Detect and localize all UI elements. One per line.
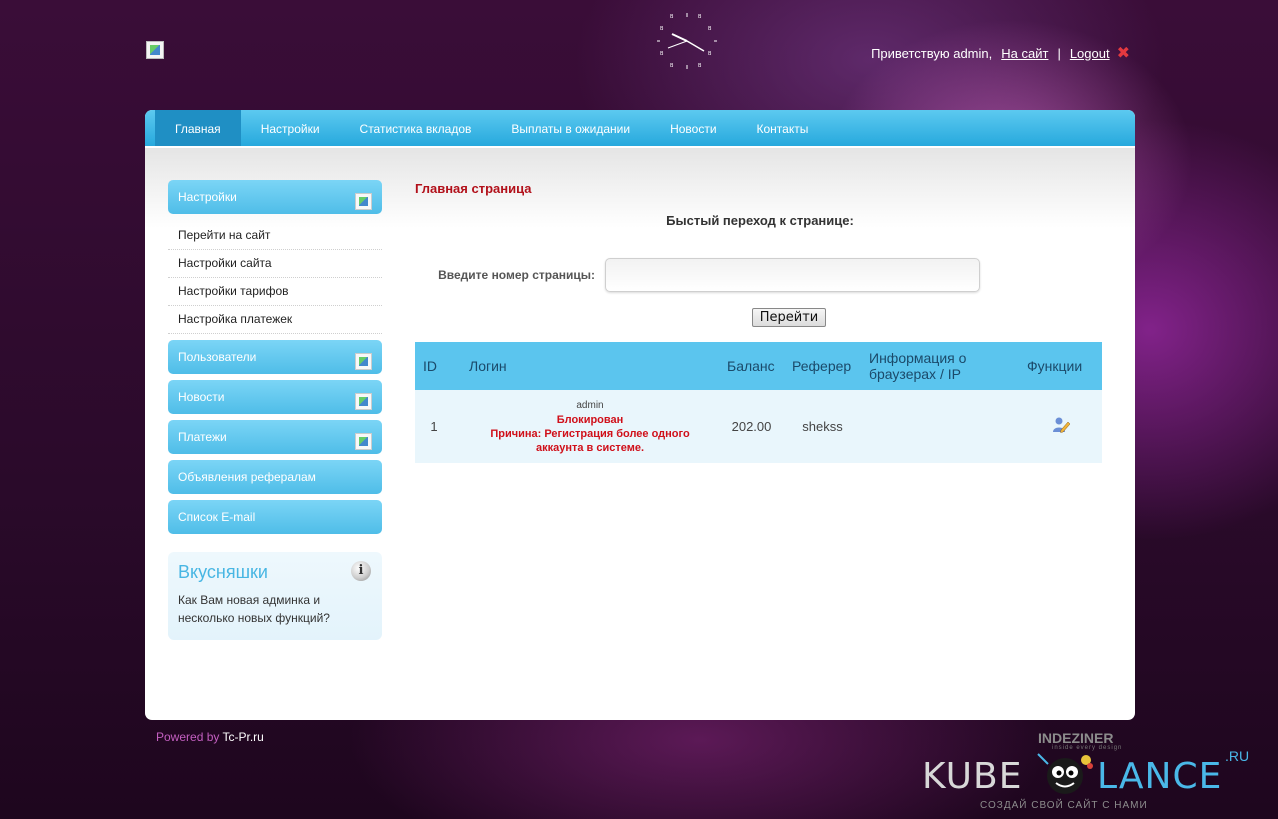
block-reason: Причина: Регистрация более одного аккаун… <box>490 427 690 454</box>
page-number-input[interactable] <box>605 258 980 292</box>
tips-text: Как Вам новая админка и несколько новых … <box>178 593 330 625</box>
toggle-image-icon[interactable] <box>355 433 372 450</box>
sidebar-block-label: Объявления рефералам <box>178 470 316 484</box>
svg-text:B: B <box>708 51 712 57</box>
quick-jump-title: Быстый переход к странице: <box>666 213 854 228</box>
column-header-browser-info: Информация о браузерах / IP <box>861 342 1019 390</box>
nav-item-contacts[interactable]: Контакты <box>737 110 829 146</box>
svg-text:B: B <box>708 26 712 32</box>
blocked-status: Блокирован <box>556 413 624 426</box>
svg-text:B: B <box>660 51 664 57</box>
greeting-text: Приветствую admin, <box>871 45 993 61</box>
toggle-image-icon[interactable] <box>355 193 372 210</box>
column-header-functions: Функции <box>1019 342 1102 390</box>
column-header-id: ID <box>415 342 461 390</box>
brand-slogan: СОЗДАЙ СВОЙ САЙТ С НАМИ <box>980 800 1148 811</box>
svg-text:B: B <box>670 14 674 20</box>
cell-functions <box>1019 390 1102 463</box>
column-header-referrer: Реферер <box>784 342 861 390</box>
close-icon[interactable]: ✖ <box>1117 43 1130 63</box>
nav-item-news[interactable]: Новости <box>650 110 736 146</box>
cell-referrer: shekss <box>784 390 861 463</box>
powered-by: Powered by Tc-Pr.ru <box>156 730 264 744</box>
brand-right-text: LANCE <box>1097 756 1223 797</box>
tips-title: Вкусняшки <box>178 562 268 582</box>
powered-by-link[interactable]: Tc-Pr.ru <box>223 730 264 744</box>
main-panel: Главная Настройки Статистика вкладов Вып… <box>145 110 1135 720</box>
cell-browser-info <box>861 390 1019 463</box>
table-row: 1 admin Блокирован Причина: Регистрация … <box>415 390 1102 463</box>
svg-text:B: B <box>698 14 702 20</box>
settings-links: Перейти на сайт Настройки сайта Настройк… <box>168 222 382 334</box>
cell-balance: 202.00 <box>719 390 784 463</box>
sidebar-block-label: Список E-mail <box>178 510 256 524</box>
clock-widget: BB BB BB BB <box>657 13 717 69</box>
table-header-row: ID Логин Баланс Реферер Информация о бра… <box>415 342 1102 390</box>
column-header-balance: Баланс <box>719 342 784 390</box>
users-table: ID Логин Баланс Реферер Информация о бра… <box>415 342 1102 463</box>
top-nav: Главная Настройки Статистика вкладов Вып… <box>145 110 1135 148</box>
user-bar: Приветствую admin, На сайт | Logout ✖ <box>871 43 1130 63</box>
nav-item-deposit-stats[interactable]: Статистика вкладов <box>340 110 492 146</box>
sidebar-link-site-settings[interactable]: Настройки сайта <box>168 250 382 278</box>
go-button[interactable]: Перейти <box>751 308 827 327</box>
nav-item-home[interactable]: Главная <box>155 110 241 146</box>
sidebar: Настройки Перейти на сайт Настройки сайт… <box>168 180 382 640</box>
nav-item-settings[interactable]: Настройки <box>241 110 340 146</box>
sidebar-block-email-list[interactable]: Список E-mail <box>168 500 382 534</box>
mascot-icon <box>1037 753 1093 794</box>
cell-login: admin Блокирован Причина: Регистрация бо… <box>461 390 719 463</box>
sidebar-block-label: Новости <box>178 390 225 404</box>
sidebar-link-payment-settings[interactable]: Настройка платежек <box>168 306 382 334</box>
sidebar-block-payments[interactable]: Платежи <box>168 420 382 454</box>
main-content: Главная страница Быстый переход к страни… <box>415 180 1105 463</box>
logo-image <box>146 41 164 59</box>
sidebar-link-tariff-settings[interactable]: Настройки тарифов <box>168 278 382 306</box>
toggle-image-icon[interactable] <box>355 353 372 370</box>
sidebar-block-label: Настройки <box>178 190 237 204</box>
svg-text:B: B <box>660 26 664 32</box>
cell-id: 1 <box>415 390 461 463</box>
powered-by-text: Powered by <box>156 730 220 744</box>
logout-link[interactable]: Logout <box>1070 46 1110 61</box>
sidebar-block-users[interactable]: Пользователи <box>168 340 382 374</box>
brand-logo: INDEZINER inside every design KUBE LANCE… <box>922 730 1262 815</box>
brand-top-text: INDEZINER <box>1038 730 1114 746</box>
brand-tld: .RU <box>1225 748 1250 764</box>
tips-box: Вкусняшки Как Вам новая админка и нескол… <box>168 552 382 640</box>
page-jump-row: Введите номер страницы: <box>415 258 1105 292</box>
sidebar-settings-header[interactable]: Настройки <box>168 180 382 214</box>
info-icon: i <box>351 561 371 581</box>
go-button-wrap: Перейти <box>415 308 1105 327</box>
svg-text:B: B <box>670 63 674 69</box>
login-name: admin <box>576 399 604 411</box>
page-number-label: Введите номер страницы: <box>438 268 595 282</box>
sidebar-block-label: Пользователи <box>178 350 257 364</box>
separator: | <box>1057 45 1061 61</box>
nav-item-pending-payouts[interactable]: Выплаты в ожидании <box>491 110 650 146</box>
page-title: Главная страница <box>415 181 532 196</box>
sidebar-block-label: Платежи <box>178 430 227 444</box>
svg-text:B: B <box>698 63 702 69</box>
edit-user-icon[interactable] <box>1052 416 1070 434</box>
column-header-login: Логин <box>461 342 719 390</box>
brand-left-text: KUBE <box>922 756 1023 797</box>
sidebar-block-news[interactable]: Новости <box>168 380 382 414</box>
toggle-image-icon[interactable] <box>355 393 372 410</box>
sidebar-block-referral-ads[interactable]: Объявления рефералам <box>168 460 382 494</box>
sidebar-link-go-to-site[interactable]: Перейти на сайт <box>168 222 382 250</box>
site-link[interactable]: На сайт <box>1001 46 1048 61</box>
